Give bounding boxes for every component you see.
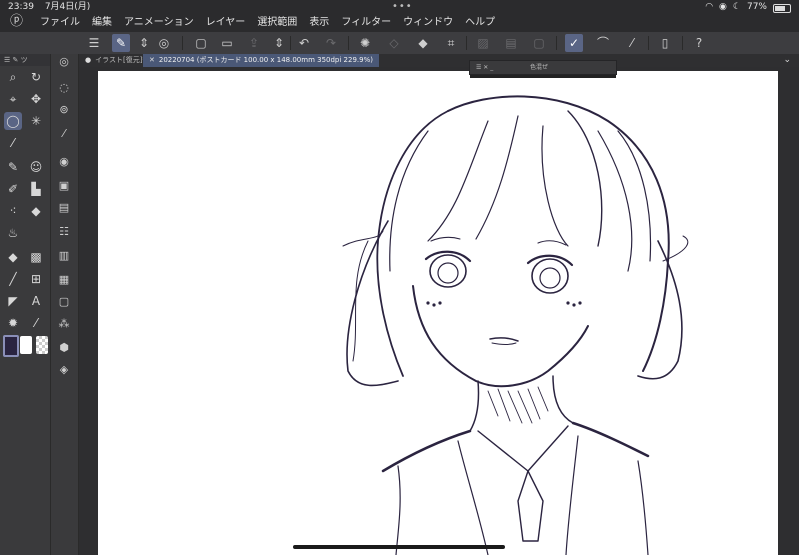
sub-tool-pen-icon[interactable]: ⁄ xyxy=(56,126,72,142)
sub-tool-grid-icon[interactable]: ▦ xyxy=(56,272,72,288)
sub-tool-list-icon[interactable]: ☷ xyxy=(56,224,72,240)
menu-edit[interactable]: 編集 xyxy=(92,14,112,32)
airbrush-icon[interactable]: ⁖ xyxy=(4,202,22,220)
help-icon[interactable]: ? xyxy=(690,34,708,52)
lasso-icon[interactable]: ◯ xyxy=(4,112,22,130)
palette-title: 色混ぜ xyxy=(530,64,549,71)
sub-tool-palette: ◎ ◌ ⊚ ⁄ ◉ ▣ ▤ ☷ ▥ ▦ ▢ ⁂ ⬢ ◈ xyxy=(51,54,79,555)
loading-spinner-icon[interactable]: ✺ xyxy=(356,34,374,52)
menu-layer[interactable]: レイヤー xyxy=(206,14,246,32)
companion-device-icon[interactable]: ▯ xyxy=(656,34,674,52)
correct-line-icon[interactable]: ⁄ xyxy=(27,314,45,332)
sub-tool-lasso-icon[interactable]: ◎ xyxy=(56,54,72,70)
clear-selection-icon[interactable]: ▨ xyxy=(474,34,492,52)
sub-tool-navigator-icon[interactable]: ▥ xyxy=(56,248,72,264)
selection-border-icon[interactable]: ▢ xyxy=(530,34,548,52)
home-indicator[interactable] xyxy=(293,545,505,549)
transparent-color-swatch[interactable] xyxy=(36,336,48,354)
transform-icon[interactable]: ◇ xyxy=(385,34,403,52)
menu-selection[interactable]: 選択範囲 xyxy=(257,14,297,32)
sub-tool-selection-pen-icon[interactable]: ⊚ xyxy=(56,102,72,118)
eyedropper-icon[interactable]: ⁄ xyxy=(4,134,22,152)
blend-icon[interactable]: ♨ xyxy=(4,224,22,242)
sub-tool-layer-icon[interactable]: ◉ xyxy=(56,154,72,170)
palette-controls[interactable]: ☰ ✕ _ xyxy=(476,61,493,74)
sub-tool-new-layer-icon[interactable]: ▤ xyxy=(56,200,72,216)
menu-help[interactable]: ヘルプ xyxy=(465,14,495,32)
hamburger-menu-icon[interactable]: ☰ xyxy=(85,34,103,52)
ruler-icon[interactable]: ◤ xyxy=(4,292,22,310)
menu-view[interactable]: 表示 xyxy=(309,14,329,32)
menu-filter[interactable]: フィルター xyxy=(341,14,391,32)
menu-animation[interactable]: アニメーション xyxy=(124,14,194,32)
sub-tool-layers-icon[interactable]: ◈ xyxy=(56,362,72,378)
tab-close-icon[interactable]: ✕ xyxy=(149,56,155,64)
brush-stabilizer-icon[interactable]: ⌒ xyxy=(594,34,612,52)
canvas-area[interactable] xyxy=(79,67,799,555)
app-logo-icon[interactable]: ⓟ xyxy=(10,15,24,29)
edit-mode-icon[interactable]: ✎ xyxy=(112,34,130,52)
pen-pressure-icon[interactable]: ✓ xyxy=(565,34,583,52)
command-bar: ☰ ✎ ⇕ ◎ ▢ ▭ ⇪ ⇕ ↶ ↷ ✺ ◇ ◆ ⌗ ▨ ▤ ▢ ✓ ⌒ ⁄ … xyxy=(0,32,799,55)
wifi-icon: ◠ xyxy=(705,2,714,12)
open-folder-icon[interactable]: ▭ xyxy=(218,34,236,52)
tab-close-icon[interactable]: ● xyxy=(85,56,91,64)
status-date: 7月4日(月) xyxy=(44,2,91,12)
tool-palette: ☰ ✎ ツ ⌕ ↻ ⌖ ✥ ◯ ✳ ⁄ ✎ ☺ ✐ ▙ ⁖ ◆ ♨ ◆ ▩ ╱ … xyxy=(0,54,51,555)
fill-bucket-icon[interactable]: ◆ xyxy=(4,248,22,266)
tab-illustration[interactable]: ● イラスト[復元]* xyxy=(79,54,152,67)
crop-icon[interactable]: ⌗ xyxy=(442,34,460,52)
moon-icon: ☾ xyxy=(732,2,741,12)
ios-status-bar: 23:39 7月4日(月) ••• ◠ ◉ ☾ 77% xyxy=(0,0,799,14)
sub-tool-layer-property-icon[interactable]: ▣ xyxy=(56,178,72,194)
battery-icon xyxy=(773,3,791,13)
new-file-icon[interactable]: ▢ xyxy=(192,34,210,52)
document-tab-bar: ● イラスト[復元]* ✕ 20220704 (ポストカード 100.00 x 14… xyxy=(79,54,799,67)
sub-tool-frame-icon[interactable]: ▢ xyxy=(56,294,72,310)
magic-wand-icon[interactable]: ✳ xyxy=(27,112,45,130)
sketch-drawing xyxy=(342,95,689,555)
save-icon[interactable]: ⇪ xyxy=(245,34,263,52)
drawing-canvas[interactable] xyxy=(98,71,778,555)
pen-line-icon[interactable]: ⁄ xyxy=(623,34,641,52)
balloon-icon[interactable]: ✹ xyxy=(4,314,22,332)
battery-percent: 77% xyxy=(746,2,767,12)
tab-postcard[interactable]: ✕ 20220704 (ポストカード 100.00 x 148.00mm 350d… xyxy=(143,54,379,67)
frame-border-icon[interactable]: ⊞ xyxy=(27,270,45,288)
status-time: 23:39 xyxy=(8,2,34,12)
fill-icon[interactable]: ◆ xyxy=(414,34,432,52)
gradient-icon[interactable]: ▩ xyxy=(27,248,45,266)
color-mixing-palette[interactable]: ☰ ✕ _ 色混ぜ xyxy=(469,60,617,78)
menu-window[interactable]: ウィンドウ xyxy=(403,14,453,32)
pencil-icon[interactable]: ✐ xyxy=(4,180,22,198)
menu-bar: ⓟ ファイル 編集 アニメーション レイヤー 選択範囲 表示 フィルター ウィン… xyxy=(0,14,799,32)
palette-drag-handle[interactable] xyxy=(470,75,616,78)
undo-icon[interactable]: ↶ xyxy=(295,34,313,52)
chevron-down-icon[interactable]: ⌄ xyxy=(783,54,791,67)
sub-tool-lasso-add-icon[interactable]: ◌ xyxy=(56,80,72,96)
sub-tool-3d-icon[interactable]: ⬢ xyxy=(56,340,72,356)
redo-icon[interactable]: ↷ xyxy=(322,34,340,52)
operation-icon[interactable]: ⌖ xyxy=(4,90,22,108)
invert-selection-icon[interactable]: ▤ xyxy=(502,34,520,52)
move-icon[interactable]: ✥ xyxy=(27,90,45,108)
eraser-icon[interactable]: ◆ xyxy=(27,202,45,220)
main-color-swatch[interactable] xyxy=(3,335,19,357)
zoom-icon[interactable]: ⌕ xyxy=(4,68,22,86)
save-switch-icon[interactable]: ⇕ xyxy=(270,34,288,52)
text-icon[interactable]: A xyxy=(27,292,45,310)
avatar-brush-icon[interactable]: ☺ xyxy=(27,158,45,176)
marker-icon[interactable]: ▙ xyxy=(27,180,45,198)
rotate-icon[interactable]: ↻ xyxy=(27,68,45,86)
tool-palette-header: ☰ ✎ ツ xyxy=(0,54,50,66)
figure-line-icon[interactable]: ╱ xyxy=(4,270,22,288)
mode-switch-icon[interactable]: ⇕ xyxy=(135,34,153,52)
sub-color-swatch[interactable] xyxy=(20,336,32,354)
pen-icon[interactable]: ✎ xyxy=(4,158,22,176)
multitasking-dots-icon[interactable]: ••• xyxy=(392,0,413,14)
location-icon: ◉ xyxy=(719,2,727,12)
cloud-sync-icon[interactable]: ◎ xyxy=(155,34,173,52)
menu-file[interactable]: ファイル xyxy=(40,14,80,32)
sub-tool-materials-icon[interactable]: ⁂ xyxy=(56,316,72,332)
